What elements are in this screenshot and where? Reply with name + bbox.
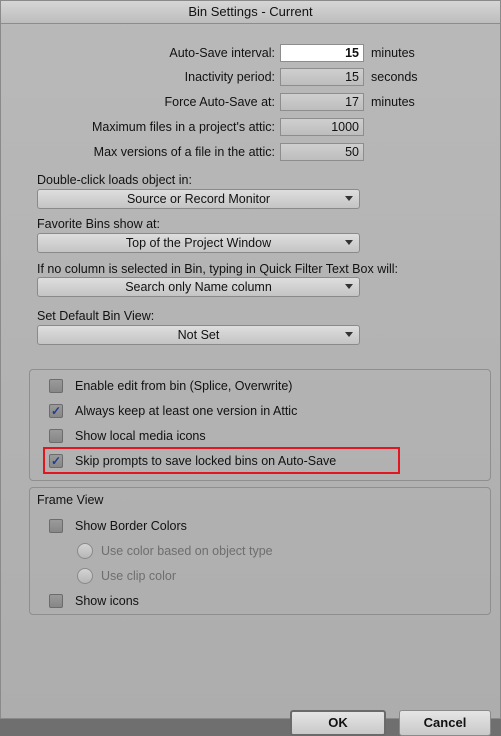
inactivity-period-unit: seconds — [371, 70, 418, 84]
checkbox-keep-version[interactable]: ✓ — [49, 404, 63, 418]
max-versions-field[interactable]: 50 — [280, 143, 364, 161]
max-files-label: Maximum files in a project's attic: — [92, 120, 275, 134]
radio-clip-color-label: Use clip color — [101, 569, 177, 583]
radio-object-type-label: Use color based on object type — [101, 544, 273, 558]
option-enable-edit-label: Enable edit from bin (Splice, Overwrite) — [75, 379, 293, 393]
option-local-media-icons-label: Show local media icons — [75, 429, 206, 443]
quick-filter-select[interactable]: Search only Name column — [37, 277, 360, 297]
radio-button-object-type[interactable] — [77, 543, 93, 559]
inactivity-period-label: Inactivity period: — [184, 70, 275, 84]
checkbox-show-border-colors[interactable] — [49, 519, 63, 533]
frame-view-title: Frame View — [37, 493, 104, 507]
checkbox-local-media-icons[interactable] — [49, 429, 63, 443]
show-icons-label: Show icons — [75, 594, 139, 608]
double-click-select[interactable]: Source or Record Monitor — [37, 189, 360, 209]
chevron-down-icon — [345, 196, 353, 201]
force-autosave-label: Force Auto-Save at: — [164, 95, 275, 109]
highlight-box — [43, 447, 400, 474]
radio-button-clip-color[interactable] — [77, 568, 93, 584]
checkbox-enable-edit[interactable] — [49, 379, 63, 393]
default-view-label: Set Default Bin View: — [37, 309, 155, 323]
max-files-field[interactable]: 1000 — [280, 118, 364, 136]
quick-filter-value: Search only Name column — [125, 280, 272, 294]
force-autosave-unit: minutes — [371, 95, 415, 109]
checkbox-show-icons[interactable] — [49, 594, 63, 608]
autosave-interval-label: Auto-Save interval: — [169, 46, 275, 60]
double-click-value: Source or Record Monitor — [126, 192, 271, 206]
inactivity-period-field[interactable]: 15 — [280, 68, 364, 86]
autosave-interval-field[interactable]: 15 — [280, 44, 364, 62]
cancel-button[interactable]: Cancel — [399, 710, 491, 736]
chevron-down-icon — [345, 240, 353, 245]
favorite-bins-value: Top of the Project Window — [125, 236, 272, 250]
show-border-colors-label: Show Border Colors — [75, 519, 187, 533]
quick-filter-label: If no column is selected in Bin, typing … — [37, 262, 399, 276]
dialog-title: Bin Settings - Current — [1, 1, 500, 24]
autosave-interval-unit: minutes — [371, 46, 415, 60]
favorite-bins-select[interactable]: Top of the Project Window — [37, 233, 360, 253]
chevron-down-icon — [345, 284, 353, 289]
option-keep-version-label: Always keep at least one version in Atti… — [75, 404, 298, 418]
double-click-label: Double-click loads object in: — [37, 173, 192, 187]
favorite-bins-label: Favorite Bins show at: — [37, 217, 160, 231]
default-view-select[interactable]: Not Set — [37, 325, 360, 345]
ok-button[interactable]: OK — [290, 710, 386, 736]
default-view-value: Not Set — [177, 328, 220, 342]
max-versions-label: Max versions of a file in the attic: — [93, 145, 275, 159]
bin-settings-dialog: Bin Settings - Current Auto-Save interva… — [0, 0, 501, 736]
chevron-down-icon — [345, 332, 353, 337]
force-autosave-field[interactable]: 17 — [280, 93, 364, 111]
